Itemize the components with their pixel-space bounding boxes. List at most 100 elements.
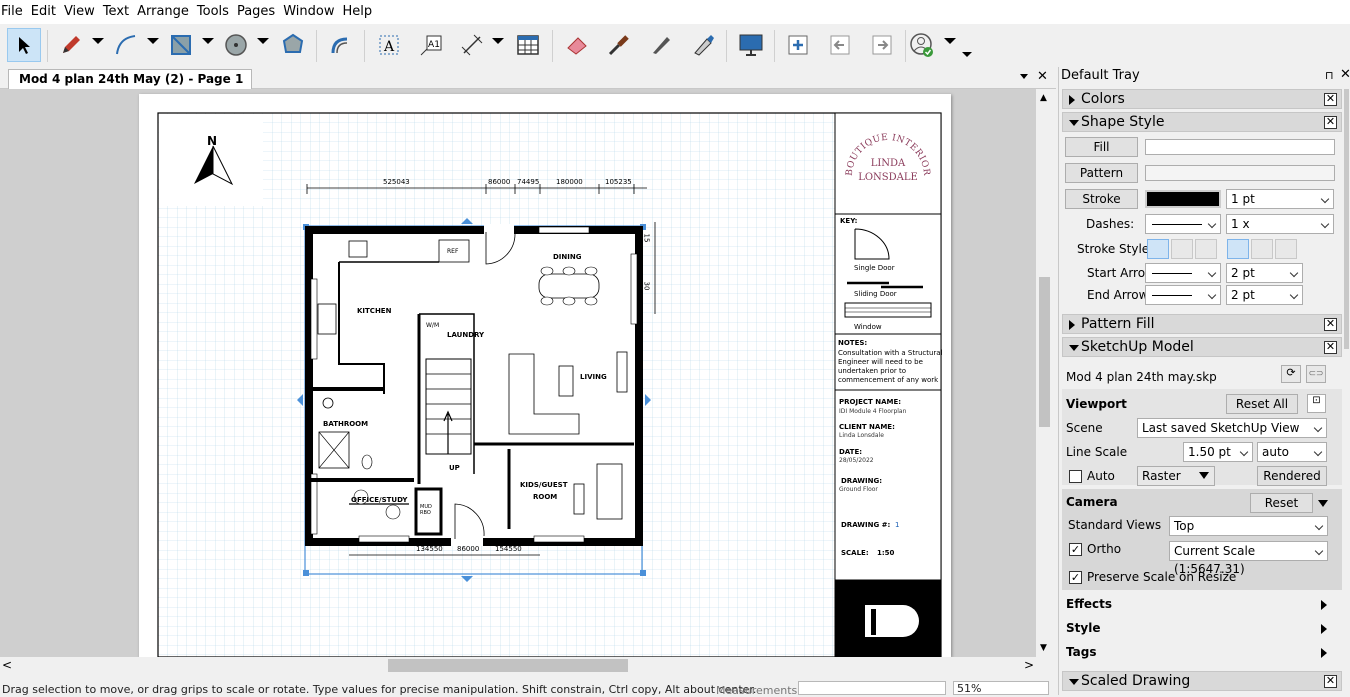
tags-expand-icon[interactable] (1321, 648, 1327, 658)
menu-window[interactable]: Window (279, 0, 338, 24)
zoom-select[interactable]: 51% (953, 681, 1049, 695)
effects-expand-icon[interactable] (1321, 600, 1327, 610)
end-arrow-size-select[interactable]: 2 pt (1226, 285, 1303, 305)
rectangle-icon[interactable] (164, 28, 198, 62)
document-tab[interactable]: Mod 4 plan 24th May (2) - Page 1 (8, 69, 253, 89)
pencil-icon[interactable] (54, 28, 88, 62)
scroll-right-icon[interactable]: > (1024, 658, 1034, 672)
rectangle-dropdown[interactable] (202, 38, 214, 44)
auto-render-checkbox[interactable] (1069, 470, 1082, 483)
menu-arrange[interactable]: Arrange (133, 0, 193, 24)
horizontal-scrollbar[interactable]: < > (0, 657, 1036, 674)
menu-file[interactable]: File (0, 0, 27, 24)
panel-scaled-drawing[interactable]: Scaled Drawing ✕ (1062, 671, 1342, 691)
start-arrow-size-select[interactable]: 2 pt (1226, 263, 1303, 283)
ortho-checkbox[interactable]: ✓ (1069, 543, 1082, 556)
preserve-scale-checkbox[interactable]: ✓ (1069, 571, 1082, 584)
dimension-dropdown[interactable] (492, 38, 504, 44)
rendered-button[interactable]: Rendered (1257, 466, 1327, 486)
account-dropdown[interactable] (944, 38, 956, 44)
menu-text[interactable]: Text (99, 0, 133, 24)
split-icon[interactable] (644, 28, 678, 62)
offset-icon[interactable] (324, 28, 358, 62)
text-icon[interactable]: A (372, 28, 406, 62)
menu-help[interactable]: Help (338, 0, 376, 24)
arc-dropdown[interactable] (147, 38, 159, 44)
close-tray-icon[interactable]: ✕ (1340, 67, 1350, 82)
tab-list-icon[interactable] (1020, 74, 1028, 79)
panel-sketchup-model[interactable]: SketchUp Model ✕ (1062, 337, 1342, 357)
close-panel-icon[interactable]: ✕ (1324, 675, 1337, 688)
menu-tools[interactable]: Tools (193, 0, 233, 24)
close-panel-icon[interactable]: ✕ (1324, 318, 1337, 331)
line-scale-mode-select[interactable]: auto (1257, 442, 1327, 462)
previous-page-icon[interactable] (823, 28, 857, 62)
camera-collapse-icon[interactable] (1318, 500, 1328, 507)
round-cap-icon[interactable] (1171, 239, 1193, 259)
scroll-up-icon[interactable]: ▲ (1040, 93, 1047, 103)
round-join-icon[interactable] (1251, 239, 1273, 259)
circle-icon[interactable] (219, 28, 253, 62)
fill-swatch[interactable] (1145, 139, 1335, 155)
square-cap-icon[interactable] (1195, 239, 1217, 259)
miter-join-icon[interactable] (1227, 239, 1249, 259)
close-document-icon[interactable]: ✕ (1037, 69, 1048, 84)
bevel-join-icon[interactable] (1275, 239, 1297, 259)
scene-select[interactable]: Last saved SketchUp View (1137, 418, 1327, 438)
dashes-select[interactable] (1145, 214, 1221, 234)
panel-shape-style[interactable]: Shape Style ✕ (1062, 112, 1342, 132)
pin-icon[interactable]: ⊓ (1325, 69, 1334, 82)
start-arrow-select[interactable] (1145, 263, 1221, 283)
dimension-icon[interactable] (455, 28, 489, 62)
scroll-down-icon[interactable]: ▼ (1040, 643, 1047, 653)
join-icon[interactable] (686, 28, 720, 62)
account-icon[interactable] (905, 28, 939, 62)
horizontal-scroll-thumb[interactable] (388, 659, 628, 672)
measurements-input[interactable] (798, 681, 946, 695)
arc-icon[interactable] (109, 28, 143, 62)
polygon-icon[interactable] (276, 28, 310, 62)
close-panel-icon[interactable]: ✕ (1324, 341, 1337, 354)
circle-dropdown[interactable] (257, 38, 269, 44)
panel-colors[interactable]: Colors ✕ (1062, 89, 1342, 109)
style-label[interactable]: Style (1066, 621, 1100, 635)
dash-scale-select[interactable]: 1 x (1226, 214, 1334, 234)
style-expand-icon[interactable] (1321, 624, 1327, 634)
toolbar-overflow-icon[interactable] (962, 52, 972, 57)
refresh-model-icon[interactable]: ⟳ (1281, 365, 1301, 383)
tray-scroll-thumb[interactable] (1344, 89, 1349, 349)
floor-plan[interactable] (289, 184, 809, 584)
eyedropper-icon[interactable] (602, 28, 636, 62)
effects-label[interactable]: Effects (1066, 597, 1112, 611)
next-page-icon[interactable] (865, 28, 899, 62)
stroke-button[interactable]: Stroke (1065, 189, 1138, 209)
eraser-icon[interactable] (560, 28, 594, 62)
end-arrow-select[interactable] (1145, 285, 1221, 305)
fill-button[interactable]: Fill (1065, 137, 1138, 157)
select-icon[interactable] (7, 28, 41, 62)
menu-view[interactable]: View (60, 0, 99, 24)
pencil-dropdown[interactable] (92, 38, 104, 44)
render-mode-select[interactable]: Raster (1137, 466, 1215, 486)
add-page-icon[interactable] (781, 28, 815, 62)
line-scale-select[interactable]: 1.50 pt (1183, 442, 1253, 462)
presentation-icon[interactable] (734, 28, 768, 62)
drawing-canvas[interactable]: N 525043 86000 74495 180000 105235 13455… (0, 89, 1036, 657)
stroke-width-select[interactable]: 1 pt (1226, 189, 1334, 209)
vertical-scroll-thumb[interactable] (1039, 277, 1050, 427)
vertical-scrollbar[interactable]: ▲ ▼ (1036, 89, 1053, 657)
scale-select[interactable]: Current Scale (1:5647.31) (1169, 541, 1328, 576)
camera-reset-button[interactable]: Reset (1250, 493, 1313, 513)
scroll-left-icon[interactable]: < (2, 658, 12, 672)
stroke-swatch[interactable] (1145, 190, 1221, 208)
lock-viewport-icon[interactable]: ⊡ (1307, 394, 1326, 413)
pattern-swatch[interactable] (1145, 165, 1335, 181)
label-icon[interactable]: A1 (414, 28, 448, 62)
pattern-button[interactable]: Pattern (1065, 163, 1138, 183)
close-panel-icon[interactable]: ✕ (1324, 116, 1337, 129)
table-icon[interactable] (511, 28, 545, 62)
menu-pages[interactable]: Pages (233, 0, 279, 24)
tags-label[interactable]: Tags (1066, 645, 1096, 659)
close-panel-icon[interactable]: ✕ (1324, 93, 1337, 106)
reset-all-button[interactable]: Reset All (1226, 394, 1298, 414)
